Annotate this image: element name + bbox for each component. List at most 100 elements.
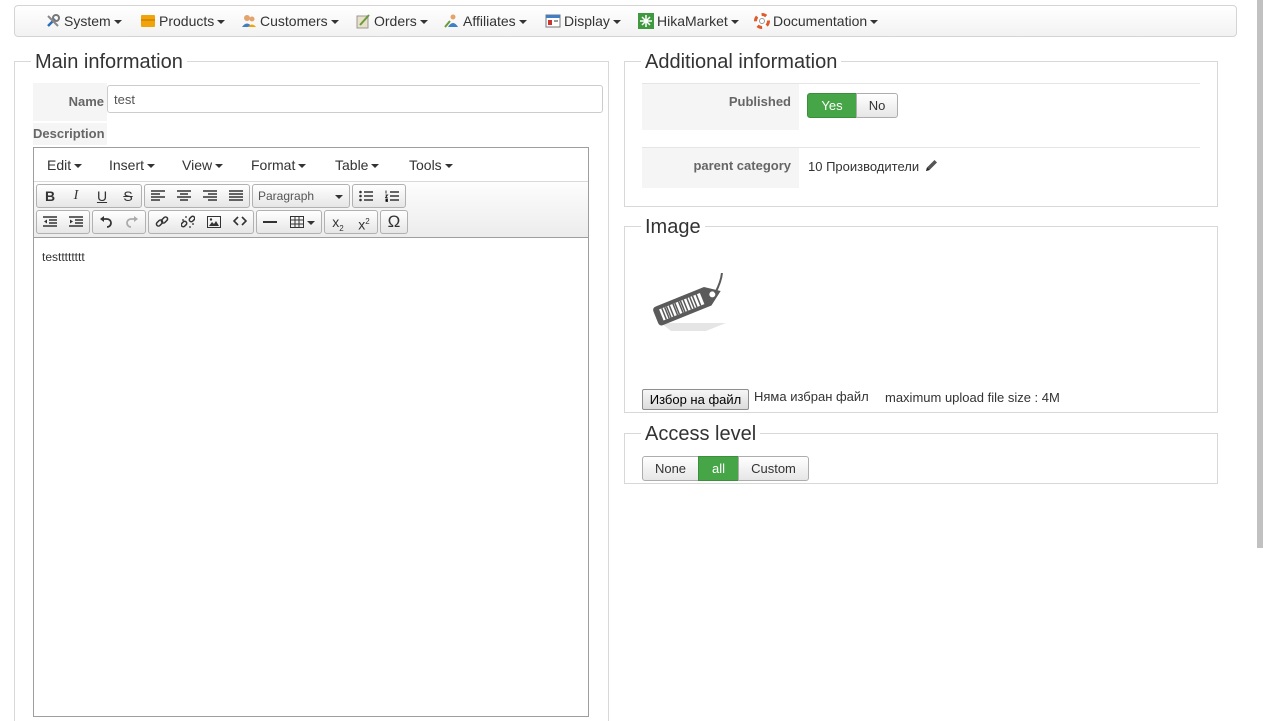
format-select[interactable]: Paragraph [252, 184, 350, 208]
underline-button[interactable]: U [89, 185, 115, 207]
editor-menu-table[interactable]: Table [335, 148, 380, 182]
align-justify-button[interactable] [223, 185, 249, 207]
caret-icon [419, 20, 428, 24]
italic-button[interactable]: I [63, 185, 89, 207]
align-left-button[interactable] [145, 185, 171, 207]
editor-menu-view-label: View [182, 157, 213, 173]
products-icon [140, 9, 156, 27]
hr-table-group [256, 210, 322, 234]
customers-icon [241, 9, 257, 27]
format-select-value: Paragraph [253, 185, 349, 207]
table-button[interactable] [283, 211, 321, 233]
published-yes-button[interactable]: Yes [807, 93, 857, 118]
menu-hikamarket-label: HikaMarket [657, 13, 728, 29]
max-upload-size-text: maximum upload file size : 4M [885, 390, 1060, 405]
caret-icon [217, 20, 226, 24]
page-scrollbar[interactable] [1257, 0, 1263, 548]
menu-products[interactable]: Products [140, 6, 226, 36]
redo-button[interactable] [119, 211, 145, 233]
indent-group [36, 210, 90, 234]
link-icon [155, 216, 169, 227]
subscript-button[interactable]: x2 [325, 211, 351, 233]
caret-icon [518, 20, 527, 24]
link-button[interactable] [149, 211, 175, 233]
bullet-list-button[interactable] [353, 185, 379, 207]
image-button[interactable] [201, 211, 227, 233]
editor-content[interactable]: testttttttt [34, 238, 588, 276]
access-all-button[interactable]: all [698, 456, 739, 481]
editor-menubar: Edit Insert View Format Table Tools [34, 148, 588, 182]
menu-affiliates[interactable]: Affiliates [444, 6, 527, 36]
image-panel: Image Избор на файл Няма избран файл max… [624, 215, 1218, 413]
menu-orders-label: Orders [374, 13, 417, 29]
published-label: Published [642, 84, 799, 130]
special-character-button[interactable]: Ω [381, 211, 407, 233]
editor-toolbar: B I U S Paragraph x2 x2 Ω [34, 182, 588, 238]
menu-orders[interactable]: Orders [355, 6, 428, 36]
editor-menu-tools[interactable]: Tools [409, 148, 453, 182]
tools-icon [45, 9, 61, 27]
indent-button[interactable] [63, 211, 89, 233]
editor-menu-edit[interactable]: Edit [47, 148, 83, 182]
pencil-icon[interactable] [925, 159, 938, 175]
menu-affiliates-label: Affiliates [463, 13, 516, 29]
numbered-list-button[interactable] [379, 185, 405, 207]
unlink-icon [180, 215, 196, 228]
caret-icon [330, 20, 339, 24]
bold-button[interactable]: B [37, 185, 63, 207]
align-group [144, 184, 250, 208]
menu-system-label: System [64, 13, 111, 29]
price-tag-icon [651, 266, 737, 333]
source-code-button[interactable] [227, 211, 253, 233]
editor-menu-format[interactable]: Format [251, 148, 307, 182]
align-center-button[interactable] [171, 185, 197, 207]
editor-menu-insert[interactable]: Insert [109, 148, 156, 182]
name-label: Name [33, 83, 107, 121]
affiliates-icon [444, 9, 460, 28]
undo-button[interactable] [93, 211, 119, 233]
choose-file-button[interactable]: Избор на файл [642, 389, 749, 410]
access-custom-button[interactable]: Custom [738, 456, 809, 481]
parent-category-text: 10 Производители [808, 159, 920, 174]
outdent-button[interactable] [37, 211, 63, 233]
main-information-panel: Main information Name Description Edit I… [14, 50, 609, 721]
numbered-list-icon [384, 190, 399, 202]
menu-customers[interactable]: Customers [241, 6, 339, 36]
align-justify-icon [229, 190, 243, 201]
caret-icon [74, 164, 83, 168]
format-select-label: Paragraph [258, 189, 315, 203]
menu-documentation[interactable]: Documentation [754, 6, 879, 36]
caret-icon [730, 20, 739, 24]
menu-display-label: Display [564, 13, 610, 29]
caret-icon [306, 221, 315, 225]
caret-icon [870, 20, 879, 24]
history-group [92, 210, 146, 234]
strikethrough-button[interactable]: S [115, 185, 141, 207]
parent-category-value: 10 Производители [808, 159, 938, 175]
published-no-button[interactable]: No [856, 93, 898, 118]
name-input[interactable] [107, 85, 603, 113]
editor-menu-view[interactable]: View [182, 148, 224, 182]
description-label: Description [33, 123, 107, 145]
editor-menu-insert-label: Insert [109, 157, 145, 173]
unlink-button[interactable] [175, 211, 201, 233]
access-none-button[interactable]: None [642, 456, 699, 481]
menu-hikamarket[interactable]: HikaMarket [638, 6, 739, 36]
additional-information-panel: Additional information Published Yes No … [624, 50, 1218, 207]
menu-system[interactable]: System [45, 6, 122, 36]
caret-icon [335, 195, 343, 199]
caret-icon [147, 164, 156, 168]
align-right-button[interactable] [197, 185, 223, 207]
align-left-icon [151, 190, 165, 201]
additional-information-legend: Additional information [641, 50, 842, 74]
horizontal-rule-button[interactable] [257, 211, 283, 233]
special-char-group: Ω [380, 210, 408, 234]
superscript-button[interactable]: x2 [351, 211, 377, 233]
menu-display[interactable]: Display [545, 6, 621, 36]
caret-icon [444, 164, 453, 168]
editor-menu-table-label: Table [335, 157, 369, 173]
caret-icon [298, 164, 307, 168]
menu-documentation-label: Documentation [773, 13, 868, 29]
table-icon [289, 216, 304, 228]
redo-icon [126, 216, 138, 228]
